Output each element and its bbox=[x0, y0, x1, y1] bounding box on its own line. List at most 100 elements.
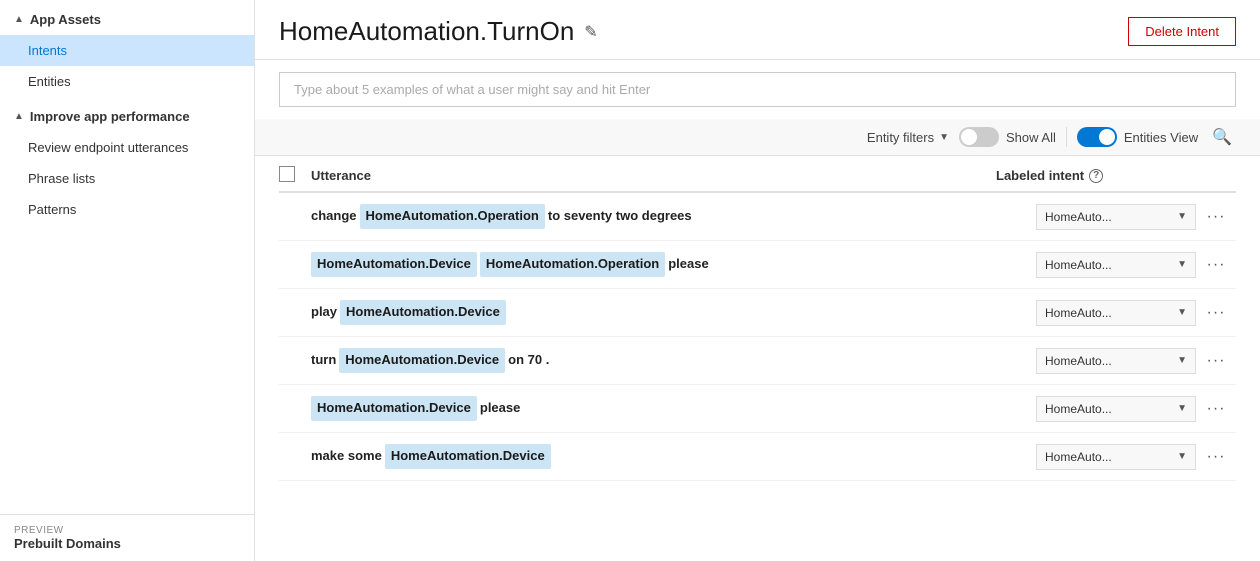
toolbar: Entity filters ▼ Show All Entities View … bbox=[255, 119, 1260, 156]
prebuilt-domains-label: Prebuilt Domains bbox=[14, 536, 121, 551]
dropdown-chevron-icon: ▼ bbox=[1177, 259, 1187, 270]
prebuilt-domains-section[interactable]: PREVIEW Prebuilt Domains bbox=[0, 514, 254, 561]
dropdown-chevron-icon: ▼ bbox=[1177, 403, 1187, 414]
entity-filters-label: Entity filters bbox=[867, 130, 934, 145]
more-actions-button[interactable]: ··· bbox=[1196, 304, 1236, 322]
utterance-cell: HomeAutomation.Device HomeAutomation.Ope… bbox=[311, 252, 1036, 277]
row-actions-col: ··· bbox=[1196, 352, 1236, 370]
sidebar: ▲ App Assets Intents Entities ▲ Improve … bbox=[0, 0, 255, 561]
more-actions-button[interactable]: ··· bbox=[1196, 256, 1236, 274]
entity-tag[interactable]: HomeAutomation.Operation bbox=[480, 252, 665, 277]
utterance-cell: change HomeAutomation.Operation to seven… bbox=[311, 204, 1036, 229]
utterance-search-input[interactable]: Type about 5 examples of what a user mig… bbox=[279, 72, 1236, 107]
entity-tag[interactable]: HomeAutomation.Device bbox=[311, 252, 477, 277]
intent-value: HomeAuto... bbox=[1045, 402, 1112, 416]
intent-dropdown[interactable]: HomeAuto... ▼ bbox=[1036, 300, 1196, 326]
row-actions-col: ··· bbox=[1196, 256, 1236, 274]
select-all-checkbox[interactable] bbox=[279, 166, 295, 182]
entity-tag[interactable]: HomeAutomation.Device bbox=[385, 444, 551, 469]
main-header: HomeAutomation.TurnOn ✎ Delete Intent bbox=[255, 0, 1260, 60]
toggle-knob bbox=[961, 129, 977, 145]
entity-filters-button[interactable]: Entity filters ▼ bbox=[867, 130, 949, 145]
intent-value: HomeAuto... bbox=[1045, 210, 1112, 224]
entity-tag[interactable]: HomeAutomation.Device bbox=[311, 396, 477, 421]
more-actions-button[interactable]: ··· bbox=[1196, 400, 1236, 418]
toolbar-divider bbox=[1066, 127, 1067, 147]
page-title: HomeAutomation.TurnOn bbox=[279, 16, 574, 47]
table-row: turn HomeAutomation.Device on 70 .HomeAu… bbox=[279, 337, 1236, 385]
entities-view-label: Entities View bbox=[1124, 130, 1198, 145]
intent-value: HomeAuto... bbox=[1045, 450, 1112, 464]
intent-title-area: HomeAutomation.TurnOn ✎ bbox=[279, 16, 598, 47]
dropdown-chevron-icon: ▼ bbox=[1177, 451, 1187, 462]
entities-view-toggle-wrap: Entities View bbox=[1077, 127, 1198, 147]
help-icon[interactable]: ? bbox=[1089, 169, 1103, 183]
intent-value: HomeAuto... bbox=[1045, 306, 1112, 320]
utterances-table: Utterance Labeled intent ? change HomeAu… bbox=[255, 156, 1260, 561]
intent-cell: HomeAuto... ▼ bbox=[1036, 444, 1196, 470]
sidebar-item-review[interactable]: Review endpoint utterances bbox=[0, 132, 254, 163]
sidebar-item-phrase-lists[interactable]: Phrase lists bbox=[0, 163, 254, 194]
intent-dropdown[interactable]: HomeAuto... ▼ bbox=[1036, 444, 1196, 470]
entity-tag[interactable]: HomeAutomation.Device bbox=[339, 348, 505, 373]
edit-icon[interactable]: ✎ bbox=[584, 22, 597, 42]
intent-dropdown[interactable]: HomeAuto... ▼ bbox=[1036, 252, 1196, 278]
sidebar-item-entities[interactable]: Entities bbox=[0, 66, 254, 97]
sidebar-item-patterns[interactable]: Patterns bbox=[0, 194, 254, 225]
utterance-cell: play HomeAutomation.Device bbox=[311, 300, 1036, 325]
utterance-cell: HomeAutomation.Device please bbox=[311, 396, 1036, 421]
utterance-cell: make some HomeAutomation.Device bbox=[311, 444, 1036, 469]
entity-filters-chevron-icon: ▼ bbox=[939, 132, 949, 143]
search-placeholder: Type about 5 examples of what a user mig… bbox=[294, 82, 650, 97]
main-content: HomeAutomation.TurnOn ✎ Delete Intent Ty… bbox=[255, 0, 1260, 561]
row-actions-col: ··· bbox=[1196, 400, 1236, 418]
intent-value: HomeAuto... bbox=[1045, 354, 1112, 368]
intent-dropdown[interactable]: HomeAuto... ▼ bbox=[1036, 348, 1196, 374]
app-assets-chevron-icon: ▲ bbox=[14, 14, 24, 25]
app-assets-section[interactable]: ▲ App Assets bbox=[0, 0, 254, 35]
table-rows-container: change HomeAutomation.Operation to seven… bbox=[279, 193, 1236, 481]
row-actions-col: ··· bbox=[1196, 208, 1236, 226]
table-header: Utterance Labeled intent ? bbox=[279, 156, 1236, 193]
dropdown-chevron-icon: ▼ bbox=[1177, 211, 1187, 222]
row-actions-col: ··· bbox=[1196, 448, 1236, 466]
search-icon: 🔍 bbox=[1212, 129, 1232, 146]
intent-dropdown[interactable]: HomeAuto... ▼ bbox=[1036, 396, 1196, 422]
header-checkbox-col bbox=[279, 166, 311, 185]
entities-view-toggle[interactable] bbox=[1077, 127, 1117, 147]
intent-value: HomeAuto... bbox=[1045, 258, 1112, 272]
table-row: HomeAutomation.Device HomeAutomation.Ope… bbox=[279, 241, 1236, 289]
utterance-col-header: Utterance bbox=[311, 168, 996, 183]
intent-cell: HomeAuto... ▼ bbox=[1036, 396, 1196, 422]
intent-dropdown[interactable]: HomeAuto... ▼ bbox=[1036, 204, 1196, 230]
more-actions-button[interactable]: ··· bbox=[1196, 352, 1236, 370]
show-all-toggle-wrap: Show All bbox=[959, 127, 1056, 147]
intent-cell: HomeAuto... ▼ bbox=[1036, 300, 1196, 326]
app-assets-label: App Assets bbox=[30, 12, 101, 27]
entity-tag[interactable]: HomeAutomation.Operation bbox=[360, 204, 545, 229]
intent-cell: HomeAuto... ▼ bbox=[1036, 348, 1196, 374]
labeled-intent-col-header: Labeled intent ? bbox=[996, 168, 1196, 183]
improve-label: Improve app performance bbox=[30, 109, 190, 124]
intent-cell: HomeAuto... ▼ bbox=[1036, 204, 1196, 230]
show-all-toggle[interactable] bbox=[959, 127, 999, 147]
dropdown-chevron-icon: ▼ bbox=[1177, 355, 1187, 366]
dropdown-chevron-icon: ▼ bbox=[1177, 307, 1187, 318]
more-actions-button[interactable]: ··· bbox=[1196, 208, 1236, 226]
improve-chevron-icon: ▲ bbox=[14, 111, 24, 122]
more-actions-button[interactable]: ··· bbox=[1196, 448, 1236, 466]
entity-tag[interactable]: HomeAutomation.Device bbox=[340, 300, 506, 325]
sidebar-item-intents[interactable]: Intents bbox=[0, 35, 254, 66]
row-actions-col: ··· bbox=[1196, 304, 1236, 322]
table-row: change HomeAutomation.Operation to seven… bbox=[279, 193, 1236, 241]
delete-intent-button[interactable]: Delete Intent bbox=[1128, 17, 1236, 46]
preview-badge: PREVIEW bbox=[14, 525, 240, 536]
show-all-label: Show All bbox=[1006, 130, 1056, 145]
entities-view-toggle-knob bbox=[1099, 129, 1115, 145]
improve-app-section[interactable]: ▲ Improve app performance bbox=[0, 97, 254, 132]
search-icon-button[interactable]: 🔍 bbox=[1208, 125, 1236, 149]
table-row: make some HomeAutomation.DeviceHomeAuto.… bbox=[279, 433, 1236, 481]
intent-cell: HomeAuto... ▼ bbox=[1036, 252, 1196, 278]
table-row: HomeAutomation.Device please HomeAuto... ▼… bbox=[279, 385, 1236, 433]
utterance-cell: turn HomeAutomation.Device on 70 . bbox=[311, 348, 1036, 373]
